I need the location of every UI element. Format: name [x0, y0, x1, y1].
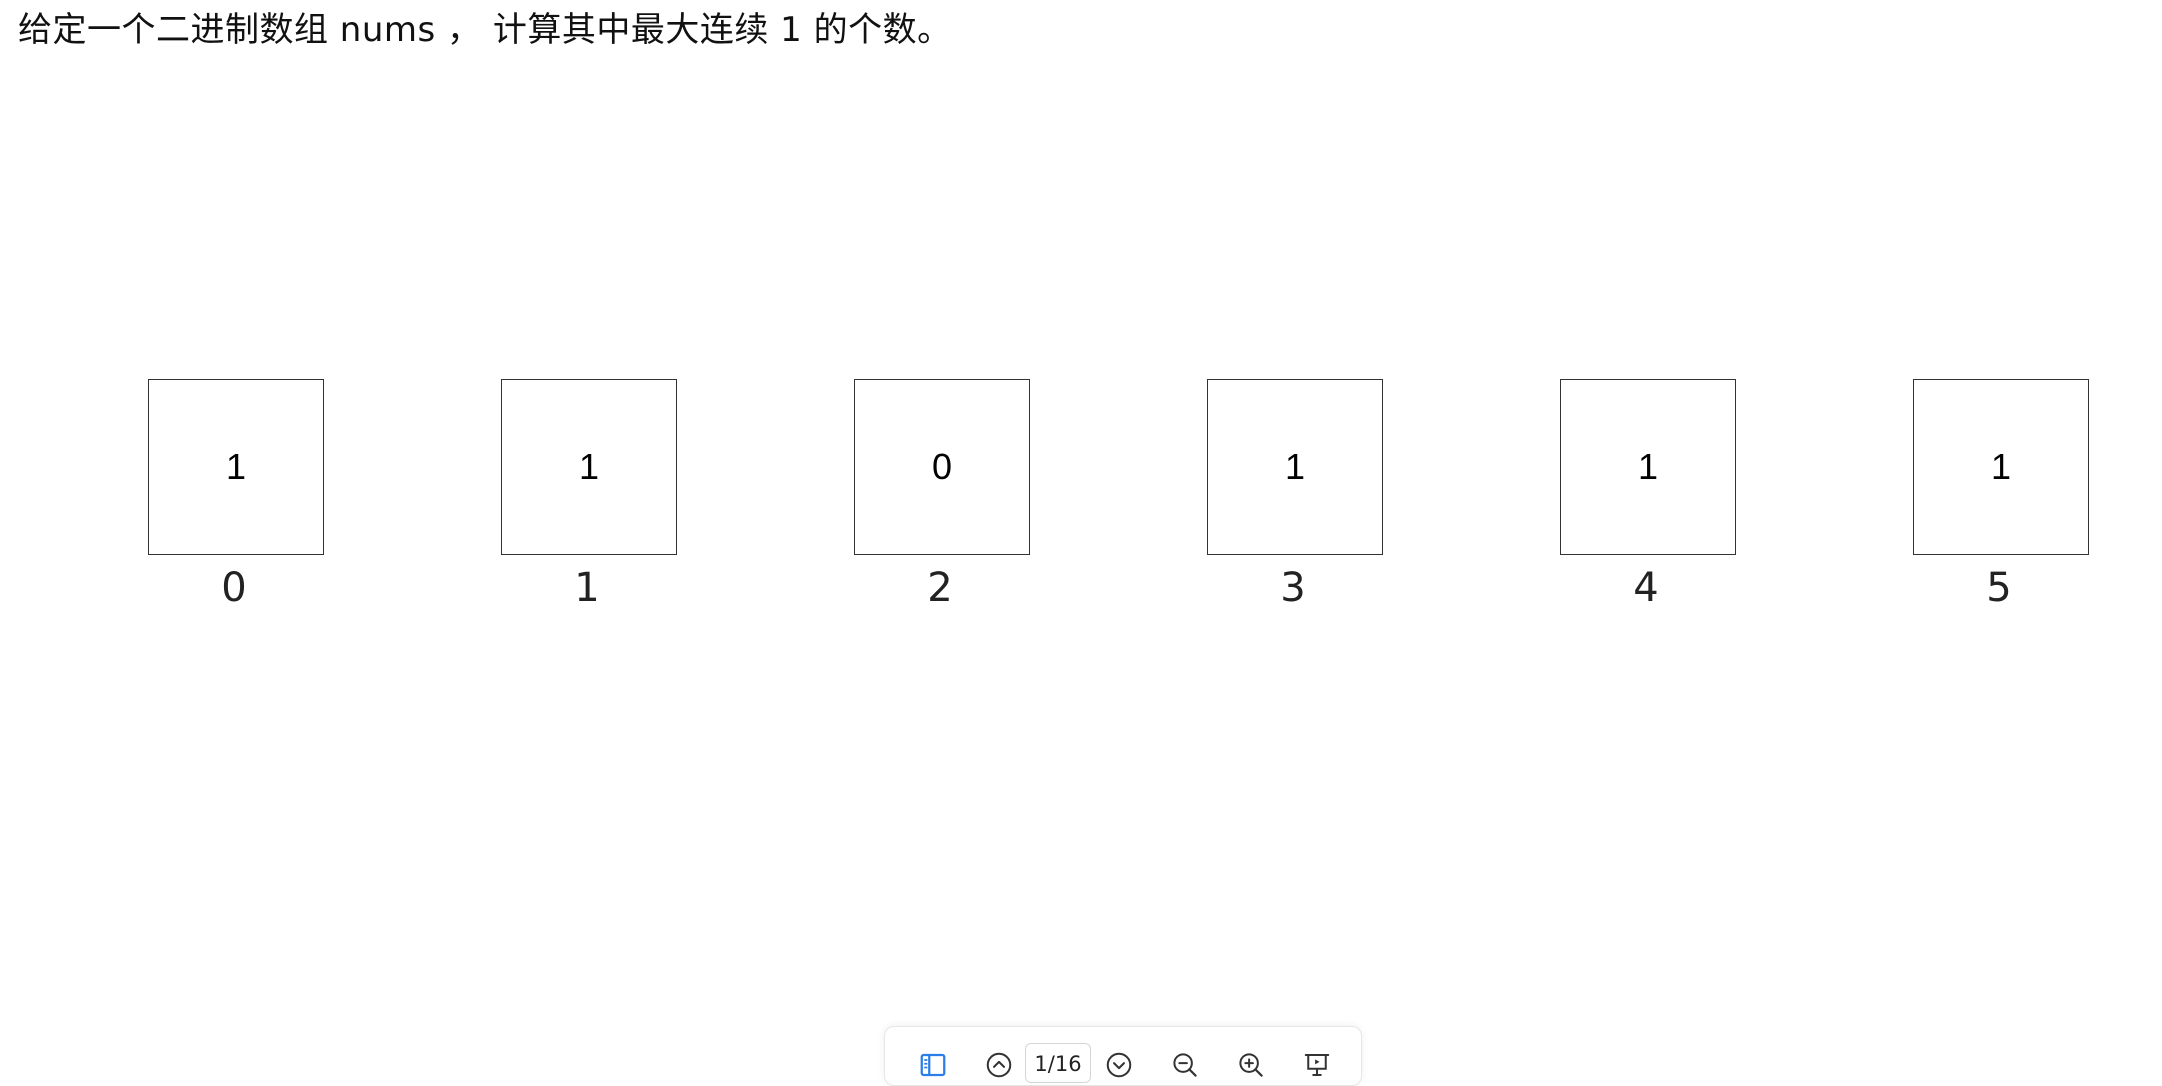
- presentation-button[interactable]: [1299, 1047, 1335, 1083]
- zoom-in-icon: [1239, 1053, 1263, 1077]
- previous-page-button[interactable]: [981, 1047, 1017, 1083]
- array-cell: 1: [1913, 379, 2089, 555]
- chevron-up-circle-icon: [986, 1052, 1012, 1078]
- viewer-toolbar: 1/16: [884, 1026, 1362, 1086]
- array-cell: 0: [854, 379, 1030, 555]
- array-index-label: 1: [574, 565, 600, 611]
- presentation-icon: [1304, 1054, 1330, 1076]
- next-page-button[interactable]: [1101, 1047, 1137, 1083]
- sidebar-toggle-icon: [920, 1053, 946, 1077]
- array-cell: 1: [1560, 379, 1736, 555]
- sidebar-toggle-button[interactable]: [915, 1047, 951, 1083]
- array-index-label: 3: [1280, 565, 1306, 611]
- array-index-label: 0: [221, 565, 247, 611]
- chevron-down-circle-icon: [1106, 1052, 1132, 1078]
- array-index-label: 2: [927, 565, 953, 611]
- array-cell: 1: [1207, 379, 1383, 555]
- array-index-label: 4: [1633, 565, 1659, 611]
- array-cell: 1: [148, 379, 324, 555]
- zoom-out-icon: [1173, 1053, 1197, 1077]
- array-cell: 1: [501, 379, 677, 555]
- page-indicator[interactable]: 1/16: [1025, 1043, 1091, 1083]
- zoom-out-button[interactable]: [1167, 1047, 1203, 1083]
- array-visualization: 1 1 0 1 1 1 0 1 2 3 4 5: [0, 0, 2162, 700]
- array-index-label: 5: [1986, 565, 2012, 611]
- zoom-in-button[interactable]: [1233, 1047, 1269, 1083]
